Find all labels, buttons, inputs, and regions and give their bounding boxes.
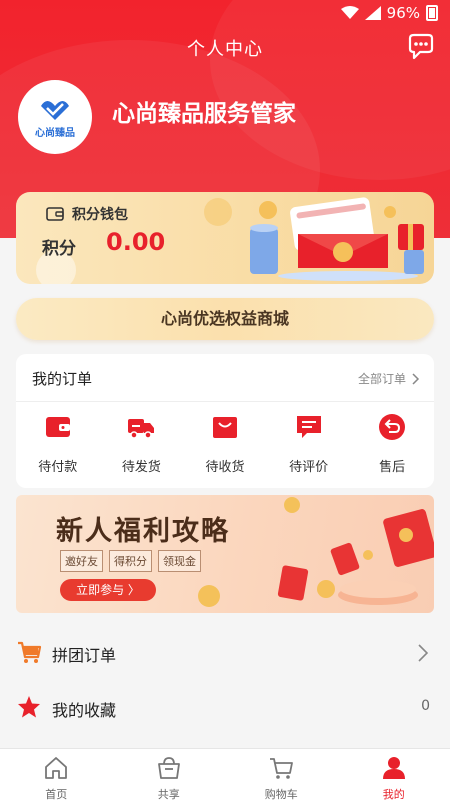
order-status-label: 售后: [379, 460, 406, 475]
points-value: 0.00: [106, 228, 166, 256]
user-name: 心尚臻品服务管家: [112, 101, 296, 127]
orders-header: 我的订单 全部订单: [16, 354, 434, 402]
return-icon: [379, 414, 406, 440]
chevron-right-icon: [412, 372, 420, 385]
red-envelope-illustration: [250, 197, 424, 281]
battery-icon: [426, 5, 438, 21]
truck-icon: [128, 419, 155, 439]
wallet-icon: [45, 417, 70, 437]
avatar[interactable]: 心尚臻品: [18, 80, 92, 154]
promo-tag: 领现金: [158, 550, 201, 572]
rights-mall-button[interactable]: 心尚优选权益商城: [16, 298, 434, 340]
join-now-button[interactable]: 立即参与 〉: [60, 579, 156, 601]
all-orders-link[interactable]: 全部订单: [358, 370, 420, 387]
points-wallet-card[interactable]: 积分钱包 积分 0.00: [16, 192, 434, 284]
status-bar: 96%: [0, 0, 450, 26]
wallet-label-row: 积分钱包: [46, 204, 128, 224]
chevron-right-icon: [418, 644, 428, 662]
tab-mine[interactable]: 我的: [338, 749, 450, 800]
basket-icon: [157, 757, 180, 779]
red-envelope-illustration: [277, 509, 434, 605]
decor-coin: [204, 198, 232, 226]
tab-share[interactable]: 共享: [113, 749, 226, 800]
orders-title: 我的订单: [32, 370, 93, 388]
brand-logo-icon: [41, 100, 69, 120]
wallet-label: 积分钱包: [72, 207, 128, 223]
wallet-icon: [46, 207, 64, 221]
tab-label: 首页: [45, 788, 68, 800]
bottom-tab-bar: 首页 共享 购物车 我的: [0, 748, 450, 800]
order-status-row: 待付款 待发货 待收货 待评价 售后: [16, 412, 434, 475]
page-title: 个人中心: [187, 39, 263, 60]
brand-logo-text: 心尚臻品: [35, 127, 75, 139]
newcomer-promo-banner[interactable]: 新人福利攻略 邀好友 得积分 领现金 立即参与 〉: [16, 495, 434, 613]
cart-icon: [270, 758, 294, 779]
home-icon: [45, 757, 68, 779]
promo-tags: 邀好友 得积分 领现金: [60, 550, 201, 572]
favorites-count: 0: [421, 698, 430, 714]
comment-icon: [296, 416, 321, 438]
promo-headline: 新人福利攻略: [56, 516, 230, 547]
signal-icon: [364, 6, 381, 20]
points-label: 积分: [42, 239, 76, 259]
tab-cart[interactable]: 购物车: [225, 749, 338, 800]
my-favorites-row[interactable]: 我的收藏 0: [0, 681, 450, 735]
order-after-sales[interactable]: 售后: [350, 412, 434, 475]
tab-label: 我的: [382, 788, 405, 800]
star-icon: [18, 696, 40, 718]
order-pending-review[interactable]: 待评价: [267, 412, 351, 475]
menu-label: 拼团订单: [52, 646, 117, 665]
menu-label: 我的收藏: [52, 701, 117, 720]
package-icon: [212, 417, 237, 438]
wifi-icon: [340, 6, 359, 19]
my-orders-card: 我的订单 全部订单 待付款 待发货 待收货 待评价 售后: [16, 354, 434, 488]
group-buy-orders-row[interactable]: 拼团订单: [0, 626, 450, 680]
all-orders-label: 全部订单: [357, 372, 406, 386]
order-pending-payment[interactable]: 待付款: [16, 412, 100, 475]
promo-tag: 得积分: [109, 550, 152, 572]
order-pending-receipt[interactable]: 待收货: [183, 412, 267, 475]
order-status-label: 待付款: [38, 460, 78, 475]
order-status-label: 待发货: [121, 460, 161, 475]
battery-percent: 96%: [386, 4, 420, 22]
order-status-label: 待评价: [289, 460, 329, 475]
order-pending-shipment[interactable]: 待发货: [100, 412, 184, 475]
order-status-label: 待收货: [205, 460, 245, 475]
tab-label: 购物车: [264, 788, 298, 800]
message-icon[interactable]: [406, 32, 436, 62]
tab-home[interactable]: 首页: [0, 749, 113, 800]
cart-icon: [18, 641, 42, 663]
decor-coin: [198, 585, 220, 607]
person-icon: [382, 757, 405, 779]
promo-tag: 邀好友: [60, 550, 103, 572]
tab-label: 共享: [157, 788, 180, 800]
